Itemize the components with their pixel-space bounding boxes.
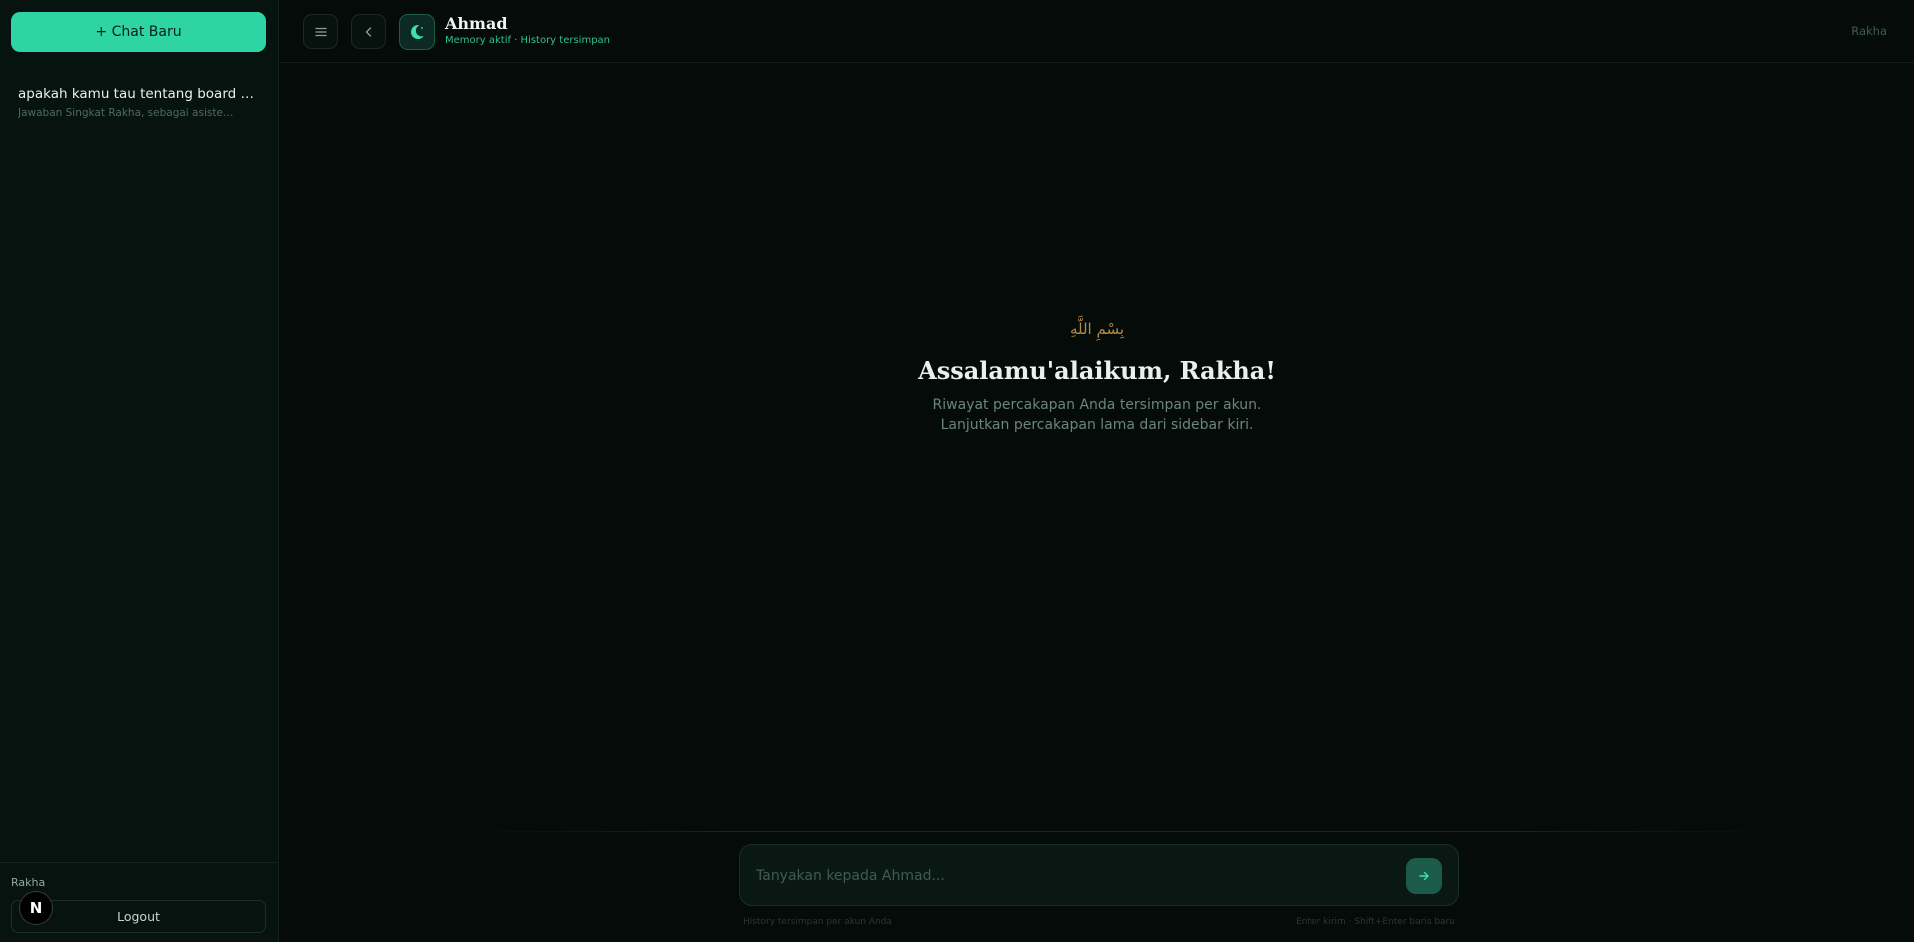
welcome-panel: بِسْمِ اللَّهِ Assalamu'alaikum, Rakha! … <box>280 320 1914 435</box>
footer-username: Rakha <box>11 876 46 889</box>
history-hint: History tersimpan per akun Anda <box>743 917 893 927</box>
message-composer <box>739 844 1459 906</box>
welcome-title: Assalamu'alaikum, Rakha! <box>918 356 1276 385</box>
crescent-moon-icon <box>411 25 424 40</box>
new-chat-button[interactable]: + Chat Baru <box>11 12 266 52</box>
chat-history-item[interactable]: apakah kamu tau tentang board of... Jawa… <box>0 78 279 130</box>
composer-divider <box>460 831 1780 832</box>
top-header: Ahmad Memory aktif · History tersimpan R… <box>280 0 1914 63</box>
menu-button[interactable] <box>303 14 338 49</box>
bismillah-text: بِسْمِ اللَّهِ <box>1069 320 1125 338</box>
send-button[interactable] <box>1406 858 1442 894</box>
n-badge-button[interactable]: N <box>19 891 53 925</box>
menu-icon <box>314 27 327 36</box>
chevron-left-icon <box>365 26 371 37</box>
app-logo <box>399 14 435 50</box>
chat-item-preview: Jawaban Singkat Rakha, sebagai asisten..… <box>18 107 238 119</box>
header-username: Rakha <box>1851 24 1887 38</box>
back-button[interactable] <box>351 14 386 49</box>
sidebar: + Chat Baru apakah kamu tau tentang boar… <box>0 0 279 942</box>
arrow-right-icon <box>1419 871 1429 881</box>
app-subtitle: Memory aktif · History tersimpan <box>445 35 611 46</box>
chat-item-title: apakah kamu tau tentang board of... <box>18 86 258 102</box>
keyboard-hint: Enter kirim · Shift+Enter baris baru <box>1296 917 1455 927</box>
app-title: Ahmad <box>445 14 508 33</box>
message-input[interactable] <box>756 864 1396 888</box>
welcome-description: Riwayat percakapan Anda tersimpan per ak… <box>932 397 1262 433</box>
